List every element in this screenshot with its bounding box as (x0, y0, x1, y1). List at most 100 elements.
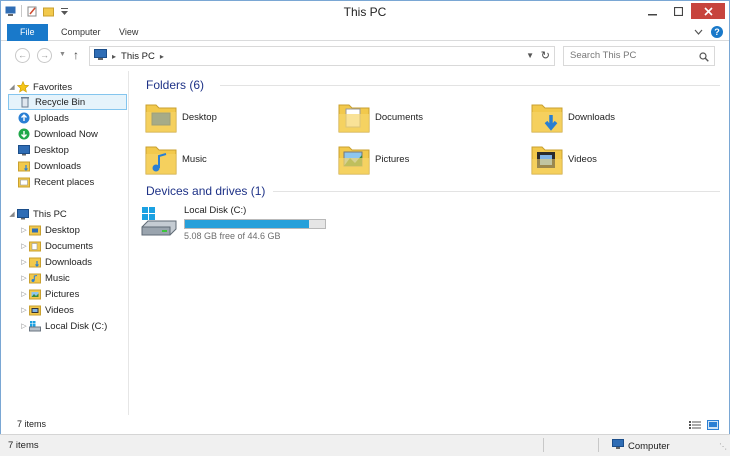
tab-view[interactable]: View (109, 25, 148, 41)
computer-icon (612, 439, 624, 453)
expand-arrow-icon[interactable]: ▷ (19, 242, 29, 250)
sidebar-item-downloads[interactable]: Downloads (8, 158, 81, 174)
downloads-folder-icon (18, 160, 30, 172)
content-pane: Folders (6) Desktop Documents Downloads (130, 71, 728, 415)
folder-tile-downloads[interactable]: Downloads (530, 99, 615, 135)
tab-file[interactable]: File (7, 24, 48, 41)
search-input[interactable]: Search This PC (563, 46, 715, 66)
sidebar-item-pc-local-disk[interactable]: ▷ Local Disk (C:) (19, 318, 107, 334)
status-divider (543, 438, 544, 452)
folder-tile-desktop[interactable]: Desktop (144, 99, 217, 135)
folders-group-header[interactable]: Folders (6) (146, 77, 204, 93)
expand-arrow-icon[interactable]: ▷ (19, 226, 29, 234)
sidebar-item-pc-desktop[interactable]: ▷ Desktop (19, 222, 80, 238)
sidebar-item-pc-videos[interactable]: ▷ Videos (19, 302, 74, 318)
large-icons-view-icon[interactable] (707, 420, 719, 432)
drive-name: Local Disk (C:) (184, 205, 247, 216)
sidebar-item-pc-downloads[interactable]: ▷ Downloads (19, 254, 92, 270)
sidebar-item-desktop[interactable]: Desktop (8, 142, 69, 158)
sidebar-item-pc-music[interactable]: ▷ Music (19, 270, 70, 286)
drive-usage-fill (185, 220, 310, 228)
address-bar[interactable]: ▸ This PC ▸ ▼ ↻ (89, 46, 555, 66)
expand-arrow-icon[interactable]: ▷ (19, 258, 29, 266)
search-icon[interactable] (699, 52, 709, 64)
sidebar-item-pc-documents[interactable]: ▷ Documents (19, 238, 93, 254)
download-icon (18, 128, 30, 140)
star-icon (16, 80, 30, 93)
group-divider (220, 85, 720, 86)
expand-arrow-icon[interactable]: ▷ (19, 290, 29, 298)
recent-locations-icon[interactable]: ▼ (59, 51, 66, 58)
maximize-button[interactable] (665, 3, 691, 19)
favorites-label: Favorites (33, 81, 73, 93)
desktop-folder-icon (29, 224, 41, 236)
computer-icon (94, 49, 107, 63)
item-count: 7 items (17, 419, 47, 429)
downloads-folder-icon (530, 99, 564, 135)
ribbon-controls: ? (694, 26, 723, 38)
title-bar: This PC (1, 1, 729, 23)
expand-arrow-icon[interactable]: ▷ (19, 306, 29, 314)
folder-tile-documents[interactable]: Documents (337, 99, 423, 135)
music-folder-icon (29, 272, 41, 284)
downloads-folder-icon (29, 256, 41, 268)
forward-button[interactable]: → (37, 48, 52, 63)
expand-arrow-icon[interactable]: ▷ (19, 274, 29, 282)
videos-folder-icon (530, 141, 564, 177)
breadcrumb-this-pc[interactable]: This PC (121, 51, 155, 62)
sidebar-item-recent-places[interactable]: Recent places (8, 174, 94, 190)
minimize-button[interactable] (639, 3, 665, 19)
local-disk-icon (29, 320, 41, 332)
collapse-arrow-icon[interactable]: ◢ (7, 210, 17, 218)
window-controls (639, 3, 725, 19)
drive-usage-bar (184, 219, 326, 229)
address-toolbar: ← → ▼ ↑ ▸ This PC ▸ ▼ ↻ Search This PC (1, 42, 729, 70)
item-count-row: 7 items (1, 415, 729, 435)
sidebar-item-uploads[interactable]: Uploads (8, 110, 69, 126)
collapse-arrow-icon[interactable]: ◢ (7, 83, 17, 91)
expand-arrow-icon[interactable]: ▷ (19, 322, 29, 330)
music-folder-icon (144, 141, 178, 177)
devices-group-header[interactable]: Devices and drives (1) (146, 183, 265, 199)
sidebar-item-download-now[interactable]: Download Now (8, 126, 98, 142)
pictures-folder-icon (337, 141, 371, 177)
sidebar-item-pc-pictures[interactable]: ▷ Pictures (19, 286, 79, 302)
videos-folder-icon (29, 304, 41, 316)
folder-tile-pictures[interactable]: Pictures (337, 141, 409, 177)
drive-tile-local-disk[interactable]: Local Disk (C:) 5.08 GB free of 44.6 GB (140, 205, 326, 241)
this-pc-label: This PC (33, 208, 67, 220)
drive-details: Local Disk (C:) 5.08 GB free of 44.6 GB (184, 205, 326, 241)
sidebar-item-recycle-bin[interactable]: Recycle Bin (8, 94, 127, 110)
explorer-window: This PC File Computer View ? ← → ▼ ↑ ▸ T… (0, 0, 730, 435)
group-divider (273, 191, 720, 192)
documents-folder-icon (29, 240, 41, 252)
resize-grip-icon[interactable]: ⋱ (719, 442, 727, 451)
favorites-node[interactable]: ◢ Favorites (7, 79, 72, 95)
tab-computer[interactable]: Computer (51, 25, 111, 41)
folder-tile-videos[interactable]: Videos (530, 141, 597, 177)
status-bar: 7 items Computer ⋱ (0, 434, 730, 456)
documents-folder-icon (337, 99, 371, 135)
desktop-icon (18, 144, 30, 156)
upload-icon (18, 112, 30, 124)
close-button[interactable] (691, 3, 725, 19)
recent-places-icon (18, 176, 30, 188)
up-arrow-icon[interactable]: ↑ (73, 48, 79, 62)
refresh-icon[interactable]: ↻ (541, 49, 550, 62)
navigation-pane: ◢ Favorites Recycle Bin Uploads Download… (1, 71, 129, 415)
expand-ribbon-icon[interactable] (694, 27, 703, 37)
folder-tile-music[interactable]: Music (144, 141, 207, 177)
help-icon[interactable]: ? (711, 26, 723, 38)
status-zone: Computer (612, 439, 670, 453)
address-dropdown-icon[interactable]: ▼ (526, 51, 534, 60)
window-title: This PC (343, 5, 387, 19)
computer-icon (17, 208, 29, 220)
breadcrumb-chevron-icon[interactable]: ▸ (160, 52, 164, 61)
breadcrumb-separator-icon[interactable]: ▸ (112, 52, 116, 61)
back-button[interactable]: ← (15, 48, 30, 63)
this-pc-node[interactable]: ◢ This PC (7, 206, 67, 222)
recycle-bin-icon (19, 96, 31, 108)
status-divider (598, 438, 599, 452)
details-view-icon[interactable] (689, 420, 701, 432)
hard-drive-icon (140, 205, 178, 237)
